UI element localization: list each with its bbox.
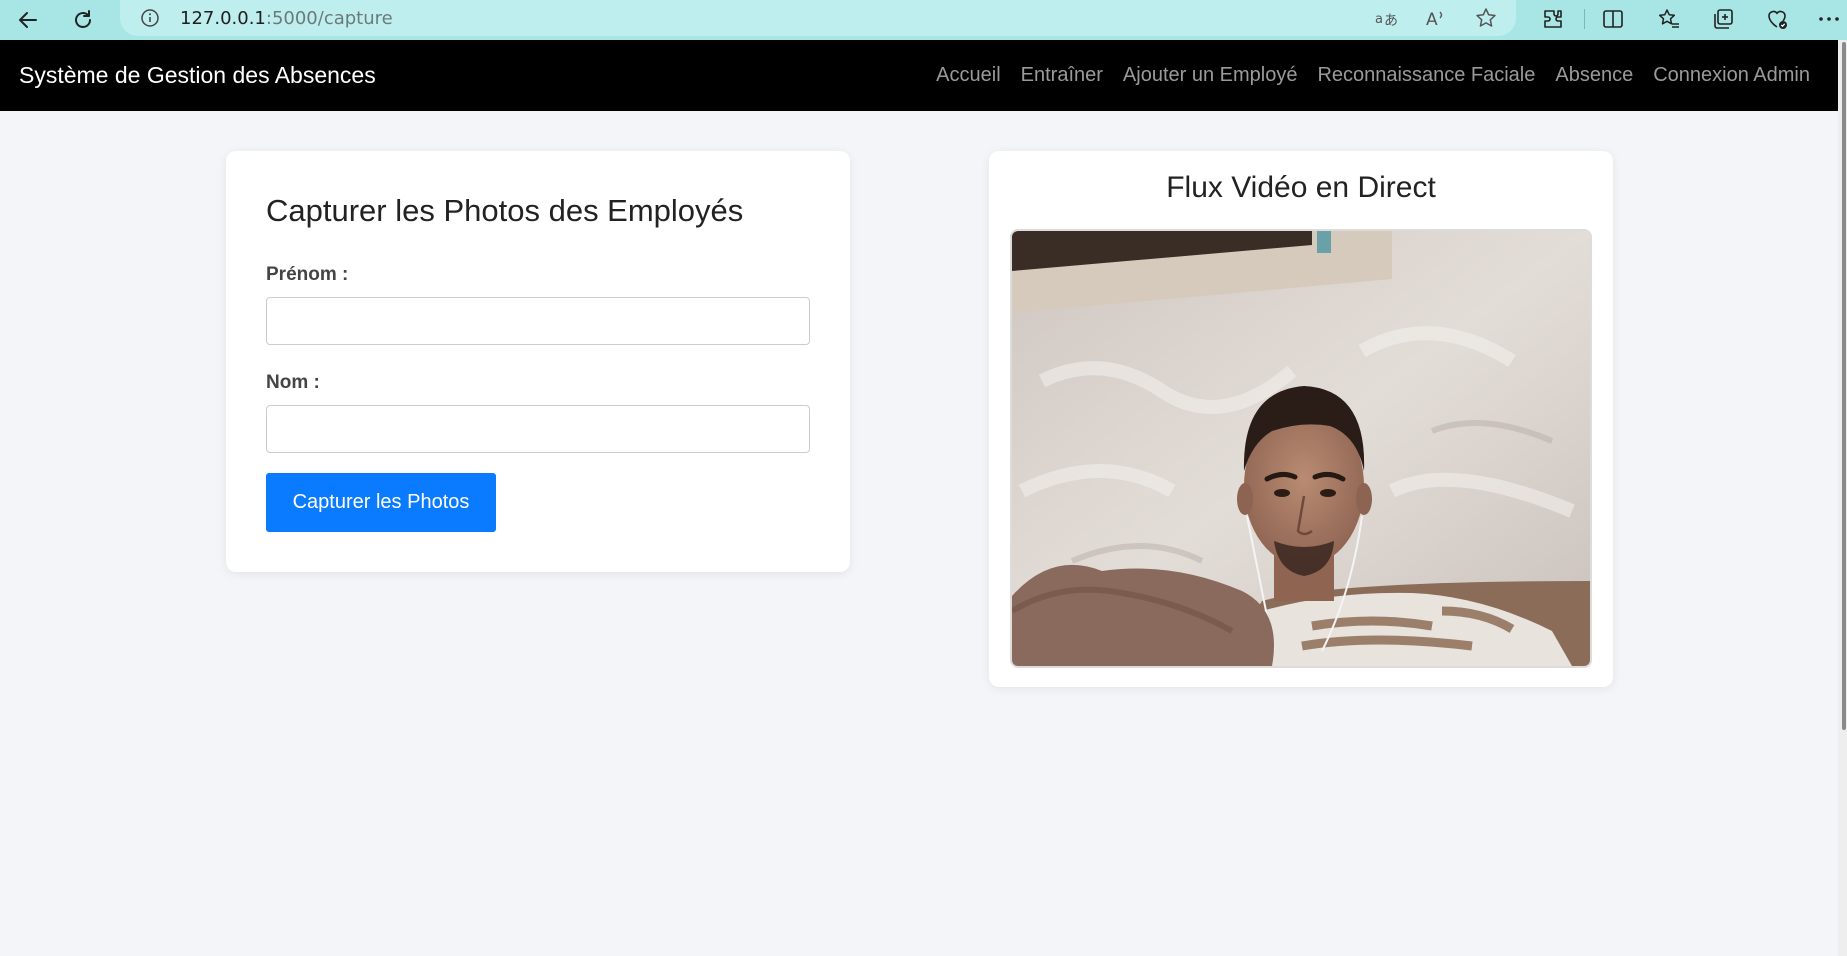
nav-link-ajouter-employe[interactable]: Ajouter un Employé [1123, 64, 1298, 87]
capture-form-card: Capturer les Photos des Employés Prénom … [226, 151, 850, 572]
first-name-label: Prénom : [266, 264, 349, 285]
nav-link-absence[interactable]: Absence [1555, 64, 1633, 87]
last-name-input[interactable] [266, 405, 810, 453]
nav-link-reconnaissance-faciale[interactable]: Reconnaissance Faciale [1317, 64, 1535, 87]
split-screen-icon[interactable] [1600, 6, 1626, 32]
first-name-input[interactable] [266, 297, 810, 345]
scrollbar-thumb[interactable] [1842, 42, 1846, 730]
nav-link-accueil[interactable]: Accueil [936, 64, 1000, 87]
capture-photos-button[interactable]: Capturer les Photos [266, 473, 496, 532]
url-path: :5000/capture [265, 8, 393, 29]
svg-text:あ: あ [1384, 13, 1398, 29]
nav-link-entrainer[interactable]: Entraîner [1021, 64, 1103, 87]
collections-icon[interactable] [1710, 6, 1736, 32]
reload-icon[interactable] [65, 2, 101, 38]
url-text[interactable]: 127.0.0.1:5000/capture [180, 8, 393, 29]
brand-title[interactable]: Système de Gestion des Absences [19, 62, 376, 89]
extensions-icon[interactable] [1540, 6, 1566, 32]
video-frame-image [1012, 231, 1590, 666]
nav-links: Accueil Entraîner Ajouter un Employé Rec… [936, 64, 1810, 87]
read-aloud-icon[interactable]: A [1424, 6, 1448, 30]
favorites-icon[interactable] [1656, 6, 1682, 32]
toolbar-separator [1584, 9, 1585, 29]
browser-toolbar: 127.0.0.1:5000/capture aあ A [0, 0, 1847, 40]
more-menu-icon[interactable] [1816, 6, 1842, 32]
favorite-star-icon[interactable] [1474, 6, 1498, 30]
svg-text:a: a [1375, 12, 1383, 27]
video-card: Flux Vidéo en Direct [989, 151, 1613, 687]
address-bar[interactable]: 127.0.0.1:5000/capture aあ A [120, 0, 1516, 36]
svg-text:A: A [1426, 10, 1438, 30]
browser-essentials-icon[interactable] [1764, 6, 1790, 32]
form-title: Capturer les Photos des Employés [266, 193, 744, 228]
site-info-icon[interactable] [140, 8, 160, 33]
video-title: Flux Vidéo en Direct [1166, 171, 1436, 204]
app-navbar: Système de Gestion des Absences Accueil … [0, 40, 1838, 111]
url-host: 127.0.0.1 [180, 8, 266, 29]
last-name-label: Nom : [266, 372, 320, 393]
nav-link-connexion-admin[interactable]: Connexion Admin [1653, 64, 1810, 87]
translate-icon[interactable]: aあ [1374, 6, 1398, 30]
back-arrow-icon[interactable] [10, 2, 46, 38]
live-video-feed [1010, 229, 1592, 668]
